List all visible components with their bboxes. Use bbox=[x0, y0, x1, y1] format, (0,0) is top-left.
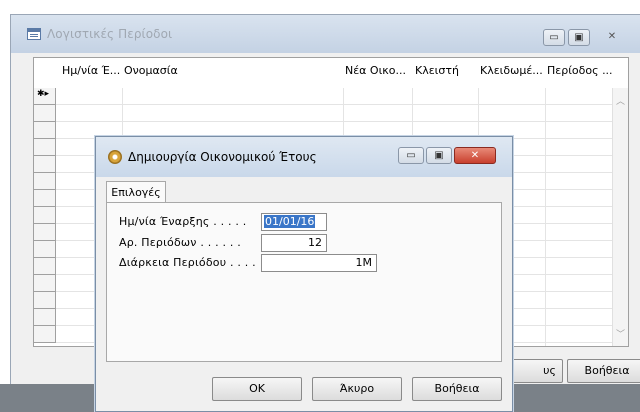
row-selector[interactable] bbox=[34, 292, 56, 309]
dialog-maximize-button[interactable]: ▣ bbox=[426, 147, 452, 164]
row-selector[interactable] bbox=[34, 122, 56, 139]
new-row-marker-icon: ✱▸ bbox=[37, 89, 50, 99]
periods-count-label: Αρ. Περιόδων . . . . . . bbox=[119, 236, 241, 249]
row-selector[interactable] bbox=[34, 139, 56, 156]
column-header-period[interactable]: Περίοδος ... bbox=[547, 64, 613, 77]
table-row[interactable] bbox=[34, 105, 614, 122]
row-selector[interactable] bbox=[34, 309, 56, 326]
scroll-up-icon[interactable]: ︿ bbox=[616, 94, 625, 107]
window-title: Λογιστικές Περίοδοι bbox=[47, 27, 173, 41]
row-selector[interactable] bbox=[34, 224, 56, 241]
column-header-locked[interactable]: Κλειδωμέ... bbox=[480, 64, 543, 77]
column-header-name[interactable]: Ονομασία bbox=[124, 64, 178, 77]
vertical-scrollbar[interactable]: ︿ ﹀ bbox=[612, 88, 628, 346]
close-button[interactable]: ✕ bbox=[600, 29, 624, 46]
dialog-close-button[interactable]: ✕ bbox=[454, 147, 496, 164]
tab-options[interactable]: Επιλογές bbox=[106, 181, 166, 203]
dialog-minimize-button[interactable]: ▭ bbox=[398, 147, 424, 164]
row-selector[interactable] bbox=[34, 105, 56, 122]
column-header-new-fiscal-year[interactable]: Νέα Οικο... bbox=[345, 64, 406, 77]
cancel-button[interactable]: Άκυρο bbox=[312, 377, 402, 401]
table-icon bbox=[27, 28, 41, 40]
start-date-field[interactable]: 01/01/16 bbox=[261, 213, 327, 231]
period-duration-field[interactable]: 1M bbox=[261, 254, 377, 272]
create-fiscal-year-dialog: Δημιουργία Οικονομικού Έτους ▭ ▣ ✕ Επιλο… bbox=[95, 136, 513, 412]
row-selector[interactable] bbox=[34, 326, 56, 343]
column-header-start-date[interactable]: Ημ/νία Έ... bbox=[62, 64, 120, 77]
periods-count-field[interactable]: 12 bbox=[261, 234, 327, 252]
row-selector[interactable]: ✱▸ bbox=[34, 88, 56, 105]
grid-header: Ημ/νία Έ... Ονομασία Νέα Οικο... Κλειστή… bbox=[34, 58, 628, 88]
column-header-closed[interactable]: Κλειστή bbox=[415, 64, 459, 77]
row-selector[interactable] bbox=[34, 258, 56, 275]
options-panel: Ημ/νία Έναρξης . . . . . 01/01/16 Αρ. Πε… bbox=[106, 202, 502, 362]
table-row[interactable] bbox=[34, 88, 614, 105]
row-selector[interactable] bbox=[34, 190, 56, 207]
dialog-title: Δημιουργία Οικονομικού Έτους bbox=[128, 150, 317, 164]
row-selector[interactable] bbox=[34, 275, 56, 292]
scroll-down-icon[interactable]: ﹀ bbox=[616, 327, 625, 340]
row-selector[interactable] bbox=[34, 207, 56, 224]
start-date-value: 01/01/16 bbox=[264, 215, 316, 228]
maximize-button[interactable]: ▣ bbox=[568, 29, 590, 46]
row-selector[interactable] bbox=[34, 173, 56, 190]
outer-help-button[interactable]: Βοήθεια bbox=[567, 359, 640, 383]
ok-button[interactable]: OK bbox=[212, 377, 302, 401]
dialog-titlebar: Δημιουργία Οικονομικού Έτους ▭ ▣ ✕ bbox=[96, 137, 512, 177]
start-date-label: Ημ/νία Έναρξης . . . . . bbox=[119, 215, 247, 228]
row-selector[interactable] bbox=[34, 156, 56, 173]
period-duration-label: Διάρκεια Περιόδου . . . . bbox=[119, 256, 256, 269]
minimize-button[interactable]: ▭ bbox=[543, 29, 565, 46]
row-selector[interactable] bbox=[34, 241, 56, 258]
window-titlebar: Λογιστικές Περίοδοι ▭ ▣ ✕ bbox=[11, 15, 640, 53]
help-button[interactable]: Βοήθεια bbox=[412, 377, 502, 401]
gear-icon bbox=[108, 150, 122, 164]
